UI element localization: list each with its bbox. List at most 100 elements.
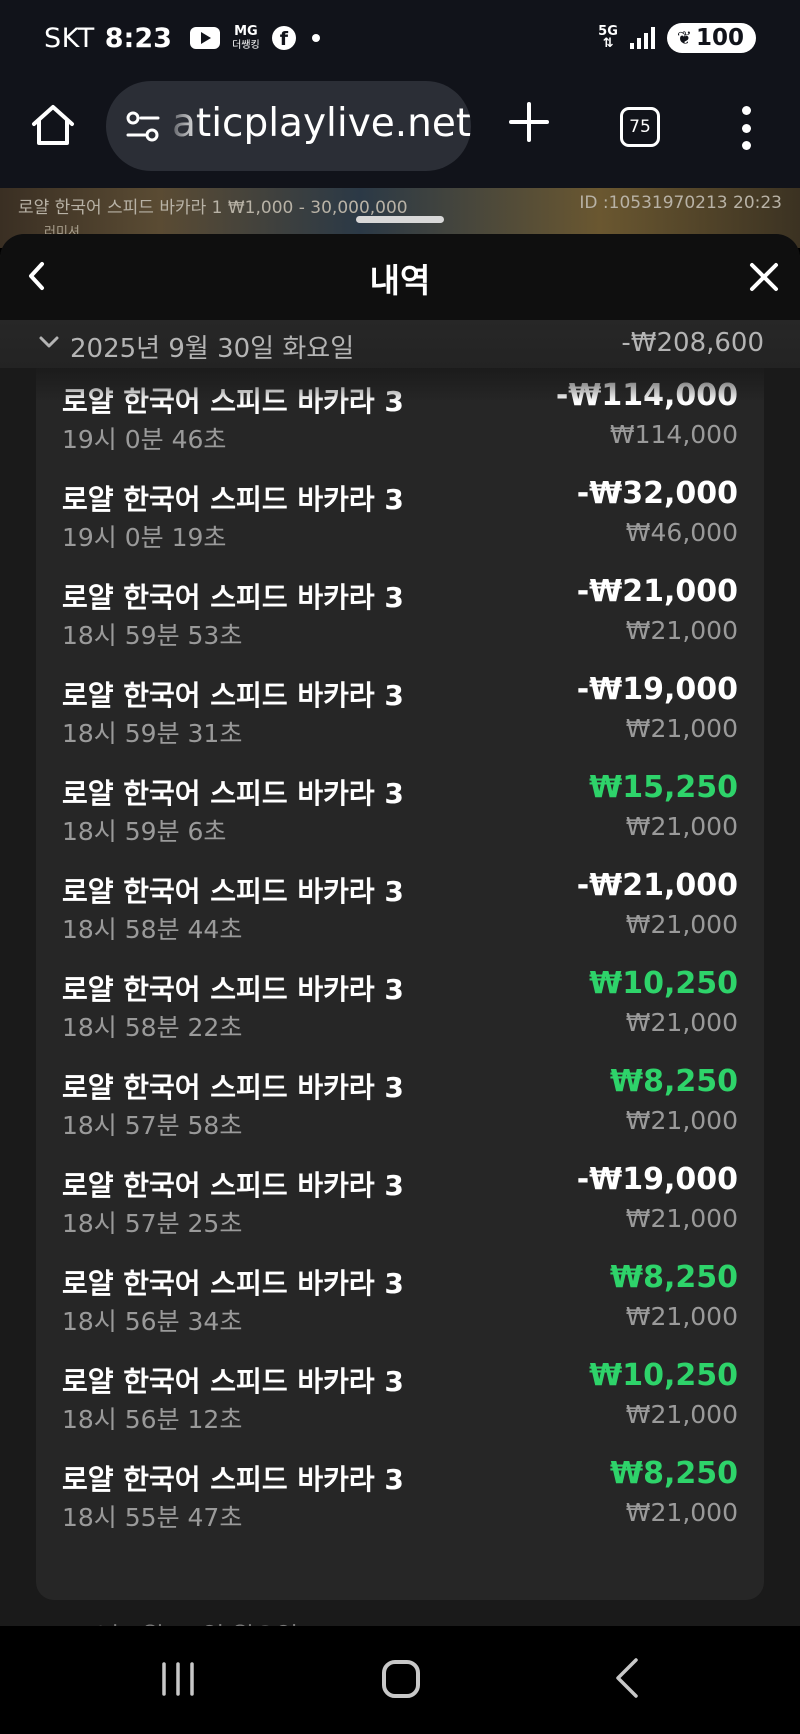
history-row-title: 로얄 한국어 스피드 바카라 3: [62, 777, 404, 810]
history-row-title: 로얄 한국어 스피드 바카라 3: [62, 1365, 404, 1398]
history-row-amount: ₩10,250: [589, 1358, 738, 1393]
history-row-bet: ₩21,000: [625, 1106, 738, 1135]
power-save-icon: ❦: [676, 27, 692, 49]
history-row[interactable]: 로얄 한국어 스피드 바카라 3 18시 58분 44초 -₩21,000 ₩21,0…: [36, 860, 764, 958]
home-button[interactable]: [30, 102, 76, 148]
history-row-title: 로얄 한국어 스피드 바카라 3: [62, 875, 404, 908]
more-menu-button[interactable]: [740, 106, 752, 150]
history-row[interactable]: 로얄 한국어 스피드 바카라 3 18시 56분 12초 ₩10,250 ₩21,00…: [36, 1350, 764, 1448]
menu-dot: [741, 123, 751, 133]
recent-apps-button[interactable]: [160, 1662, 196, 1696]
tab-switcher-button[interactable]: 75: [620, 107, 660, 147]
browser-toolbar: aticplaylive.net 75: [0, 76, 800, 188]
history-row-time: 18시 57분 58초: [62, 1111, 243, 1140]
site-settings-icon[interactable]: [124, 107, 164, 147]
history-row-title: 로얄 한국어 스피드 바카라 3: [62, 1463, 404, 1496]
history-row-amount: -₩19,000: [576, 672, 738, 707]
history-row-title: 로얄 한국어 스피드 바카라 3: [62, 1169, 404, 1202]
network-label: 5G: [598, 24, 618, 39]
history-row-time: 19시 0분 19초: [62, 523, 227, 552]
facebook-icon: f: [271, 26, 296, 50]
history-row-amount: ₩15,250: [589, 770, 738, 805]
history-row[interactable]: 로얄 한국어 스피드 바카라 3 18시 57분 25초 -₩19,000 ₩21,0…: [36, 1154, 764, 1252]
history-row-time: 18시 57분 25초: [62, 1209, 243, 1238]
history-row[interactable]: 로얄 한국어 스피드 바카라 3 18시 55분 47초 ₩8,250 ₩21,000: [36, 1448, 764, 1546]
5g-icon: 5G ⇅: [598, 24, 618, 51]
history-row-time: 18시 59분 31초: [62, 719, 243, 748]
history-row-amount: ₩8,250: [610, 1456, 738, 1491]
history-row-amount: -₩19,000: [576, 1162, 738, 1197]
url-fade: [162, 81, 202, 171]
status-right: 5G ⇅ ❦ 100: [598, 23, 756, 53]
game-round-id: ID :10531970213 20:23: [579, 193, 782, 213]
history-row-bet: ₩21,000: [625, 616, 738, 645]
history-row[interactable]: 로얄 한국어 스피드 바카라 3 18시 59분 53초 -₩21,000 ₩21,0…: [36, 566, 764, 664]
sheet-drag-handle[interactable]: [356, 216, 444, 223]
history-row[interactable]: 로얄 한국어 스피드 바카라 3 18시 59분 6초 ₩15,250 ₩21,000: [36, 762, 764, 860]
back-nav-button[interactable]: [612, 1656, 642, 1700]
history-row-title: 로얄 한국어 스피드 바카라 3: [62, 973, 404, 1006]
history-row[interactable]: 로얄 한국어 스피드 바카라 3 19시 0분 19초 -₩32,000 ₩46,00…: [36, 468, 764, 566]
clock: 8:23: [104, 22, 172, 54]
home-nav-button[interactable]: [382, 1660, 420, 1698]
history-panel: 내역 로얄 한국어 스피드 바카라 319시 1분 9초₩0₩20,000로얄 …: [0, 234, 800, 1626]
mg-app-sublabel: 더쌩킹: [232, 39, 260, 51]
status-left: SKT 8:23 MG 더쌩킹 f: [44, 23, 320, 54]
history-row-bet: ₩114,000: [609, 420, 738, 449]
history-row-title: 로얄 한국어 스피드 바카라 3: [62, 483, 404, 516]
history-row-amount: -₩21,000: [576, 868, 738, 903]
address-bar[interactable]: aticplaylive.net: [106, 81, 471, 171]
history-row-bet: ₩21,000: [625, 1302, 738, 1331]
history-row-time: 18시 58분 44초: [62, 915, 243, 944]
history-row[interactable]: 로얄 한국어 스피드 바카라 3 18시 58분 22초 ₩10,250 ₩21,00…: [36, 958, 764, 1056]
battery-icon: ❦ 100: [666, 23, 756, 53]
battery-level: 100: [695, 25, 744, 51]
history-row-bet: ₩21,000: [625, 812, 738, 841]
chevron-down-icon: [39, 336, 59, 348]
date-total: -₩208,600: [621, 328, 764, 358]
next-date-header[interactable]: 2025년 9월 29일 월요일: [36, 1616, 764, 1626]
history-row-time: 18시 58분 22초: [62, 1013, 243, 1042]
signal-icon: [629, 27, 655, 49]
history-row-amount: ₩8,250: [610, 1260, 738, 1295]
history-row-time: 18시 59분 53초: [62, 621, 243, 650]
history-row-amount: -₩32,000: [576, 476, 738, 511]
date-label: 2025년 9월 30일 화요일: [70, 334, 355, 364]
history-row-amount: ₩10,250: [589, 966, 738, 1001]
system-nav-bar: [0, 1626, 800, 1734]
dot-icon: [311, 34, 320, 42]
history-row-bet: ₩21,000: [625, 1400, 738, 1429]
history-row[interactable]: 로얄 한국어 스피드 바카라 3 18시 56분 34초 ₩8,250 ₩21,000: [36, 1252, 764, 1350]
new-tab-button[interactable]: [508, 101, 550, 143]
youtube-icon: [189, 27, 220, 49]
carrier-label: SKT: [44, 22, 95, 54]
header-shadow: [36, 368, 764, 402]
mg-app-label: MG: [234, 23, 258, 39]
url-text: aticplaylive.net: [172, 101, 471, 146]
history-row[interactable]: 로얄 한국어 스피드 바카라 3 18시 59분 31초 -₩19,000 ₩21,0…: [36, 664, 764, 762]
history-row-bet: ₩21,000: [625, 1008, 738, 1037]
history-row-amount: -₩21,000: [576, 574, 738, 609]
game-table-info: 로얄 한국어 스피드 바카라 1 ₩1,000 - 30,000,000: [18, 198, 408, 218]
history-row-time: 18시 59분 6초: [62, 817, 227, 846]
history-row-bet: ₩21,000: [625, 910, 738, 939]
history-row-title: 로얄 한국어 스피드 바카라 3: [62, 679, 404, 712]
history-row-time: 19시 0분 46초: [62, 425, 227, 454]
history-row-bet: ₩46,000: [625, 518, 738, 547]
history-row-amount: ₩8,250: [610, 1064, 738, 1099]
history-row-title: 로얄 한국어 스피드 바카라 3: [62, 1071, 404, 1104]
menu-dot: [741, 106, 751, 115]
history-list: 로얄 한국어 스피드 바카라 319시 1분 9초₩0₩20,000로얄 한국어…: [36, 338, 764, 1600]
close-button[interactable]: [748, 261, 780, 293]
history-row[interactable]: 로얄 한국어 스피드 바카라 3 18시 57분 58초 ₩8,250 ₩21,000: [36, 1056, 764, 1154]
menu-dot: [741, 141, 751, 150]
panel-title: 내역: [369, 261, 431, 300]
history-row-title: 로얄 한국어 스피드 바카라 3: [62, 581, 404, 614]
mg-app-icon: MG 더쌩킹: [230, 25, 262, 52]
history-row-time: 18시 56분 12초: [62, 1405, 243, 1434]
history-row-bet: ₩21,000: [625, 1204, 738, 1233]
date-group-header[interactable]: 2025년 9월 30일 화요일 -₩208,600: [0, 320, 800, 368]
history-row-time: 18시 55분 47초: [62, 1503, 243, 1532]
history-row-time: 18시 56분 34초: [62, 1307, 243, 1336]
status-bar: SKT 8:23 MG 더쌩킹 f 5G ⇅ ❦ 100: [0, 0, 800, 76]
